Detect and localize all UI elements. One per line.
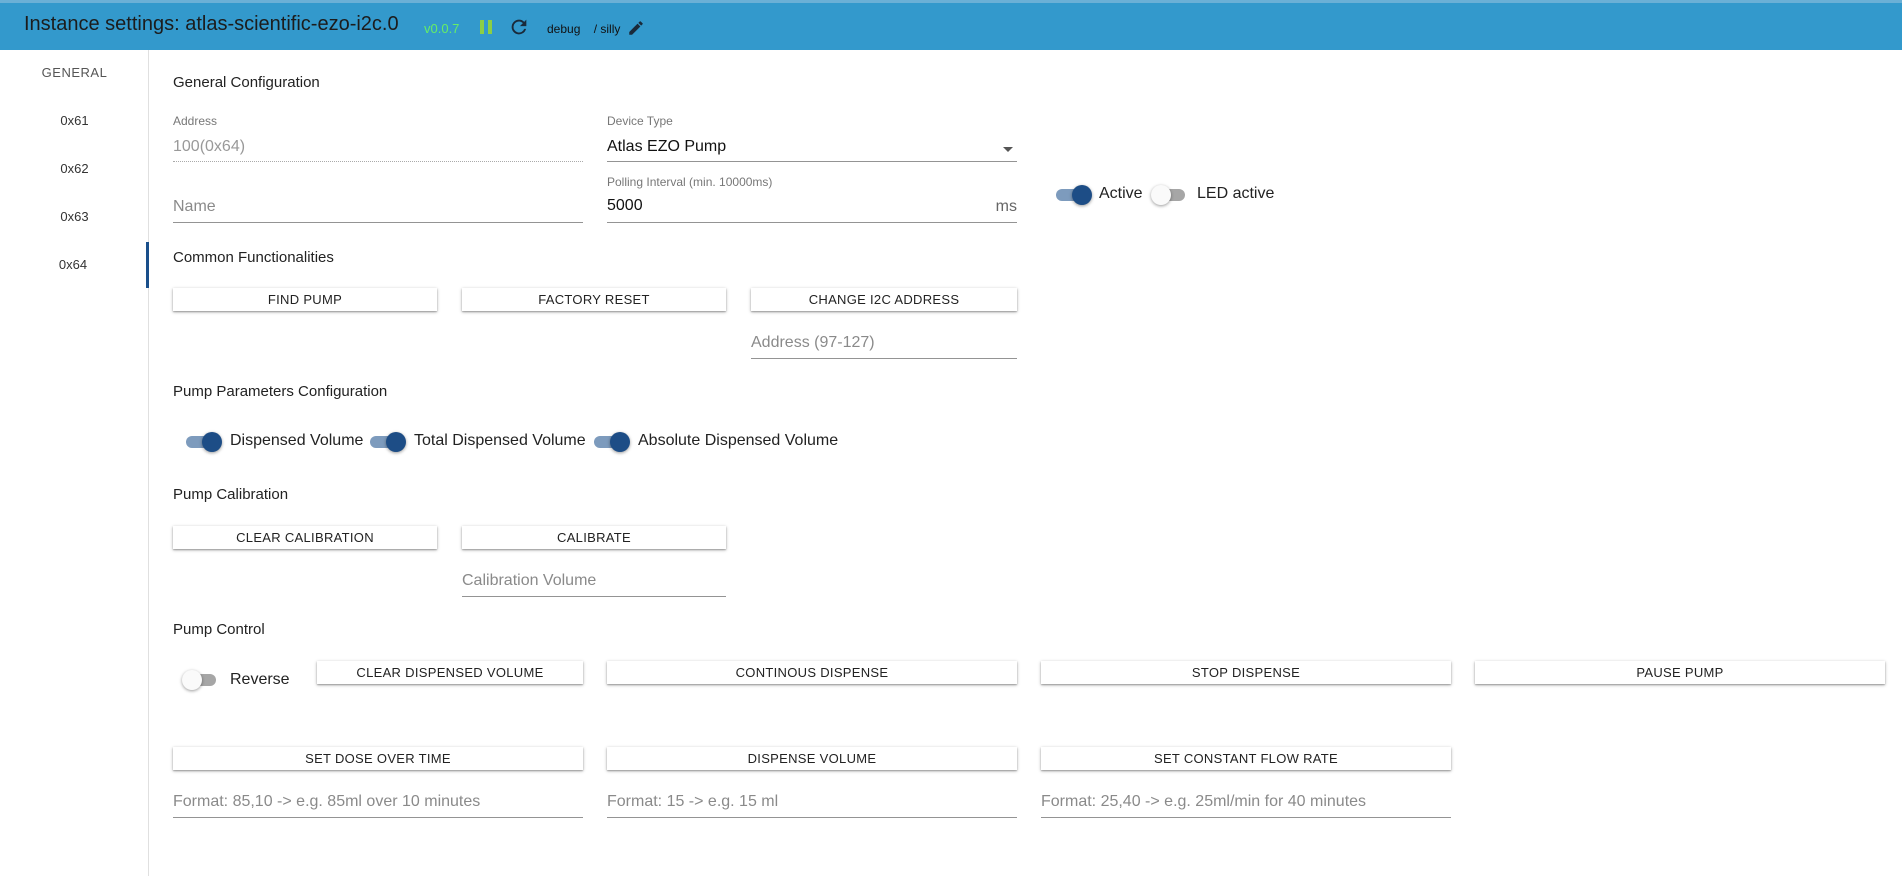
led-active-switch[interactable] bbox=[1151, 185, 1187, 205]
active-switch[interactable] bbox=[1054, 185, 1092, 205]
sidebar: GENERAL 0x61 0x62 0x63 0x64 bbox=[0, 50, 149, 876]
change-i2c-address-button[interactable]: CHANGE I2C ADDRESS bbox=[751, 288, 1017, 311]
address-underline bbox=[173, 161, 583, 162]
total-dispensed-volume-switch-thumb bbox=[386, 432, 406, 452]
dropdown-arrow-icon bbox=[1003, 147, 1013, 152]
name-input[interactable]: Name bbox=[173, 196, 583, 224]
calibrate-button[interactable]: CALIBRATE bbox=[462, 526, 726, 549]
dispense-volume-input[interactable]: Format: 15 -> e.g. 15 ml bbox=[607, 791, 1017, 818]
pencil-icon[interactable] bbox=[627, 19, 645, 37]
dose-over-time-underline bbox=[173, 817, 583, 818]
dispensed-volume-switch-thumb bbox=[202, 432, 222, 452]
name-underline bbox=[173, 222, 583, 223]
reverse-label: Reverse bbox=[230, 671, 290, 688]
find-pump-button[interactable]: FIND PUMP bbox=[173, 288, 437, 311]
absolute-dispensed-volume-switch-thumb bbox=[610, 432, 630, 452]
total-dispensed-volume-switch[interactable] bbox=[368, 432, 406, 452]
stop-dispense-button[interactable]: STOP DISPENSE bbox=[1041, 661, 1451, 684]
log-level-value: debug bbox=[547, 22, 581, 36]
dose-over-time-placeholder: Format: 85,10 -> e.g. 85ml over 10 minut… bbox=[173, 793, 481, 810]
clear-dispensed-volume-button[interactable]: CLEAR DISPENSED VOLUME bbox=[317, 661, 583, 684]
dose-over-time-input[interactable]: Format: 85,10 -> e.g. 85ml over 10 minut… bbox=[173, 791, 583, 818]
pump-calibration-title: Pump Calibration bbox=[173, 486, 289, 503]
dispense-volume-underline bbox=[607, 817, 1017, 818]
name-placeholder: Name bbox=[173, 198, 216, 215]
device-type-value: Atlas EZO Pump bbox=[607, 138, 727, 155]
total-dispensed-volume-label: Total Dispensed Volume bbox=[414, 432, 586, 449]
calibration-volume-input[interactable]: Calibration Volume bbox=[462, 570, 726, 597]
sidebar-item-0x63[interactable]: 0x63 bbox=[0, 194, 149, 240]
constant-flow-rate-input[interactable]: Format: 25,40 -> e.g. 25ml/min for 40 mi… bbox=[1041, 791, 1451, 818]
log-level-suffix: / silly bbox=[593, 22, 621, 36]
i2c-address-input[interactable]: Address (97-127) bbox=[751, 332, 1017, 359]
active-switch-thumb bbox=[1072, 185, 1092, 205]
polling-interval-unit: ms bbox=[995, 198, 1017, 215]
page-title: Instance settings: atlas-scientific-ezo-… bbox=[24, 13, 399, 35]
polling-interval-value: 5000 bbox=[607, 197, 643, 214]
pump-parameters-title: Pump Parameters Configuration bbox=[173, 383, 388, 400]
dispense-volume-placeholder: Format: 15 -> e.g. 15 ml bbox=[607, 793, 779, 810]
dispense-volume-button[interactable]: DISPENSE VOLUME bbox=[607, 747, 1017, 770]
sidebar-item-general[interactable]: GENERAL bbox=[0, 50, 149, 96]
reverse-switch-thumb bbox=[182, 670, 202, 690]
polling-interval-underline bbox=[607, 222, 1017, 223]
led-active-switch-thumb bbox=[1151, 185, 1171, 205]
sidebar-item-0x61[interactable]: 0x61 bbox=[0, 98, 149, 144]
sidebar-item-0x62[interactable]: 0x62 bbox=[0, 146, 149, 192]
common-functionalities-title: Common Functionalities bbox=[173, 249, 334, 266]
device-type-label: Device Type bbox=[607, 114, 673, 128]
device-type-select[interactable]: Device Type Atlas EZO Pump bbox=[607, 114, 1017, 162]
calibration-volume-placeholder: Calibration Volume bbox=[462, 572, 597, 589]
reverse-switch[interactable] bbox=[182, 670, 218, 690]
i2c-address-underline bbox=[751, 358, 1017, 359]
clear-calibration-button[interactable]: CLEAR CALIBRATION bbox=[173, 526, 437, 549]
device-type-underline bbox=[607, 161, 1017, 162]
log-level: debug / silly bbox=[547, 22, 620, 36]
sidebar-item-0x64[interactable]: 0x64 bbox=[0, 242, 149, 288]
polling-interval-input[interactable]: Polling Interval (min. 10000ms) 5000 ms bbox=[607, 175, 1017, 224]
dispensed-volume-switch[interactable] bbox=[184, 432, 222, 452]
constant-flow-rate-placeholder: Format: 25,40 -> e.g. 25ml/min for 40 mi… bbox=[1041, 793, 1367, 810]
set-constant-flow-rate-button[interactable]: SET CONSTANT FLOW RATE bbox=[1041, 747, 1451, 770]
absolute-dispensed-volume-switch[interactable] bbox=[592, 432, 630, 452]
address-field: Address 100(0x64) bbox=[173, 114, 583, 162]
calibration-volume-underline bbox=[462, 596, 726, 597]
absolute-dispensed-volume-label: Absolute Dispensed Volume bbox=[638, 432, 839, 449]
refresh-icon[interactable] bbox=[508, 16, 530, 38]
app-header: Instance settings: atlas-scientific-ezo-… bbox=[0, 0, 1902, 50]
set-dose-over-time-button[interactable]: SET DOSE OVER TIME bbox=[173, 747, 583, 770]
dispensed-volume-label: Dispensed Volume bbox=[230, 432, 364, 449]
address-label: Address bbox=[173, 114, 218, 128]
pump-control-title: Pump Control bbox=[173, 621, 265, 638]
constant-flow-rate-underline bbox=[1041, 817, 1451, 818]
active-label: Active bbox=[1099, 185, 1143, 202]
version-badge: v0.0.7 bbox=[424, 21, 460, 36]
i2c-address-placeholder: Address (97-127) bbox=[751, 334, 875, 351]
factory-reset-button[interactable]: FACTORY RESET bbox=[462, 288, 726, 311]
address-value: 100(0x64) bbox=[173, 138, 246, 155]
polling-interval-label: Polling Interval (min. 10000ms) bbox=[607, 175, 773, 189]
pause-pump-button[interactable]: PAUSE PUMP bbox=[1475, 661, 1885, 684]
continous-dispense-button[interactable]: CONTINOUS DISPENSE bbox=[607, 661, 1017, 684]
general-config-title: General Configuration bbox=[173, 74, 320, 91]
led-active-label: LED active bbox=[1197, 185, 1275, 202]
pause-icon[interactable] bbox=[478, 18, 494, 36]
